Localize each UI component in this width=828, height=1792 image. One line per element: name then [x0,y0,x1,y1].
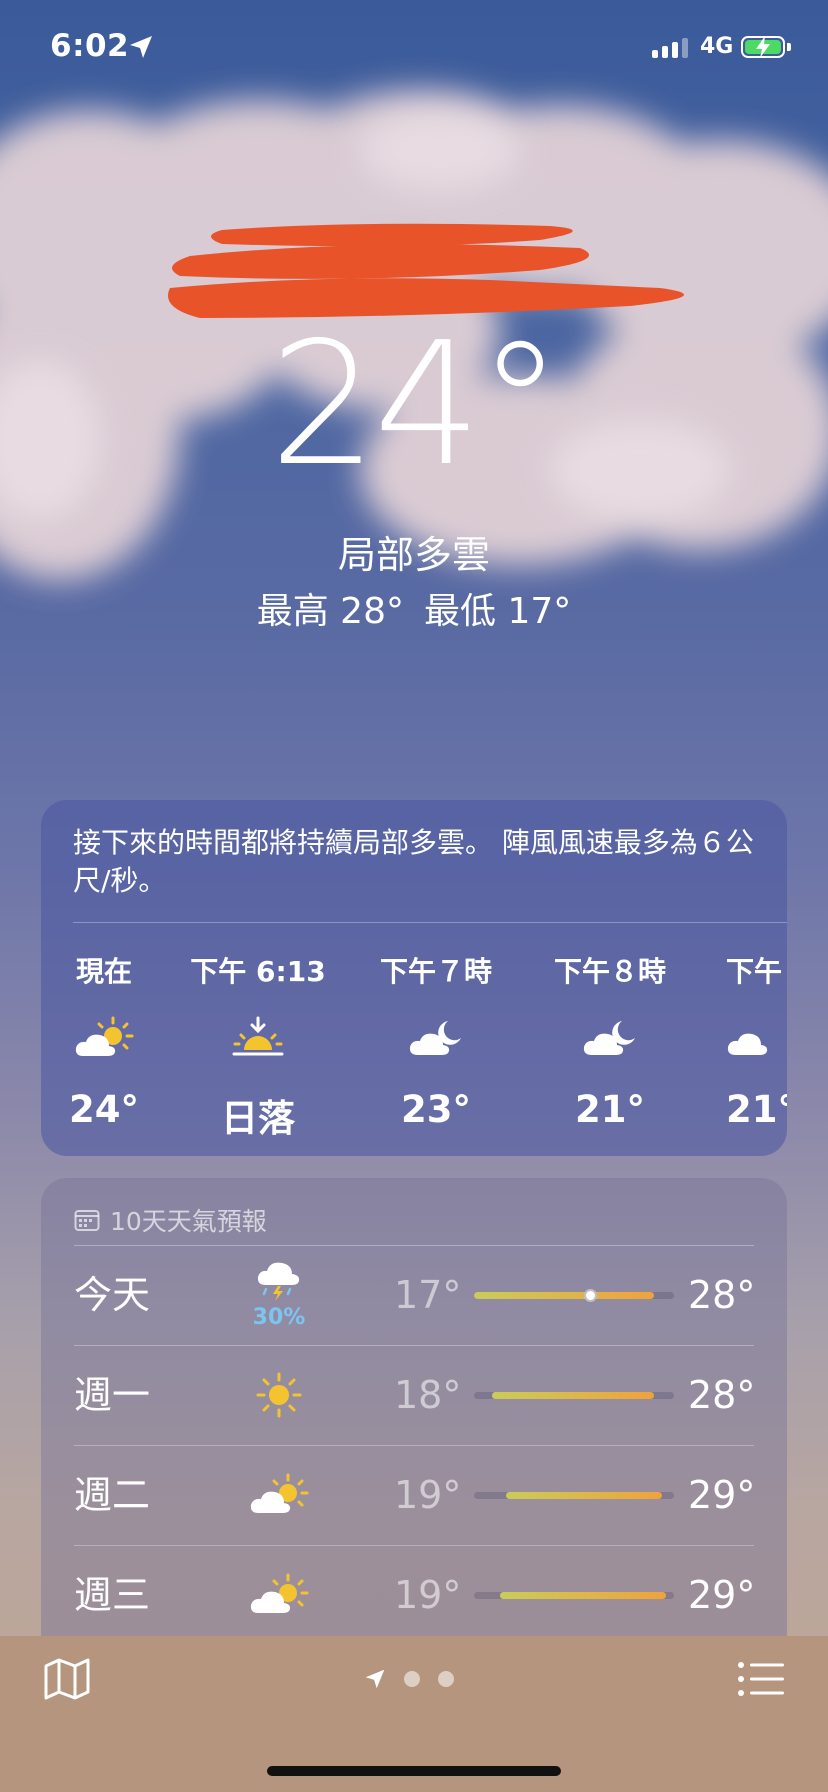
hour-label: 下午８時 [553,955,666,988]
hour-temp: 23° [401,1088,471,1131]
hour-item-clip: 下午 21° [700,940,787,1150]
high-temp: 29° [688,1473,756,1517]
hour-item[interactable]: 現在 24° [34,950,174,1131]
hour-label: 下午 6:13 [190,955,326,988]
partly-sunny-icon [244,1559,314,1621]
hour-item[interactable]: 下午８時 21° [540,950,680,1131]
day-label: 週一 [74,1373,151,1417]
day-label: 週三 [74,1573,151,1617]
low-temp: 17° [394,1273,462,1317]
sunset-icon [188,1008,328,1068]
forecast-row[interactable]: 週二 19° 29° [74,1445,756,1545]
temp-range-fill [506,1492,662,1499]
low-temp: 最低 17° [424,591,572,632]
location-arrow-icon [365,1669,385,1689]
partly-cloudy-night-icon [366,1008,506,1068]
current-temp-marker [584,1289,597,1302]
precip-chance: 30% [252,1305,306,1330]
hour-item[interactable]: 下午７時 23° [366,950,506,1131]
forecast-row[interactable]: 週一 18° 28° [74,1345,756,1445]
high-temp: 29° [688,1573,756,1617]
page-dot[interactable] [438,1671,454,1687]
forecast-summary: 接下來的時間都將持續局部多雲。 陣風風速最多為６公尺/秒。 [73,826,754,897]
hour-label: 下午 [726,955,783,988]
hour-temp: 24° [69,1088,139,1131]
forecast-row[interactable]: 週三 19° 29° [74,1545,756,1645]
day-label: 週二 [74,1473,151,1517]
temp-range-fill [474,1292,654,1299]
page-indicator[interactable] [364,1668,454,1690]
partly-cloudy-night-icon [540,1008,680,1068]
map-icon[interactable] [44,1658,90,1700]
hour-temp: 21° [726,1088,787,1131]
low-temp: 19° [394,1573,462,1617]
battery-nub [787,43,791,51]
hour-item[interactable]: 下午 21° [726,950,787,1131]
temp-range-fill [492,1392,654,1399]
current-condition: 局部多雲 [337,533,490,577]
hour-item[interactable]: 下午 6:13 日落 [188,950,328,1142]
ten-day-title: 10天天氣預報 [110,1207,267,1236]
list-icon[interactable] [738,1662,784,1696]
high-low: 最高 28° 最低 17° [0,582,828,634]
sunset-label: 日落 [221,1097,295,1140]
day-label: 今天 [74,1273,151,1317]
sun-icon [244,1359,314,1423]
network-type: 4G [700,34,734,59]
current-temperature: 24° [269,306,562,504]
temp-range-bar [474,1592,674,1599]
location-arrow-icon [130,36,152,58]
hour-label: 下午７時 [379,955,492,988]
ten-day-header: 10天天氣預報 [74,1202,267,1238]
partly-sunny-icon [244,1459,314,1521]
charging-bolt-icon [756,36,770,58]
low-temp: 19° [394,1473,462,1517]
high-temp: 28° [688,1373,756,1417]
calendar-icon [74,1210,100,1231]
low-temp: 18° [394,1373,462,1417]
status-time: 6:02 [50,28,130,64]
temp-range-bar [474,1492,674,1499]
home-indicator [267,1766,561,1776]
card-divider [73,922,787,923]
high-temp: 28° [688,1273,756,1317]
forecast-row[interactable]: 今天 30% 17° 28° [74,1245,756,1345]
thunderstorm-icon [244,1259,314,1307]
partly-sunny-icon [34,1008,174,1068]
partly-cloudy-night-icon [726,1008,787,1068]
temp-range-bar [474,1289,674,1302]
page-dot[interactable] [404,1671,420,1687]
high-temp: 最高 28° [256,591,404,632]
temp-range-bar [474,1392,674,1399]
cellular-signal-icon [652,38,688,58]
hour-temp: 21° [575,1088,645,1131]
hour-label: 現在 [75,955,132,988]
temp-range-fill [500,1592,666,1599]
